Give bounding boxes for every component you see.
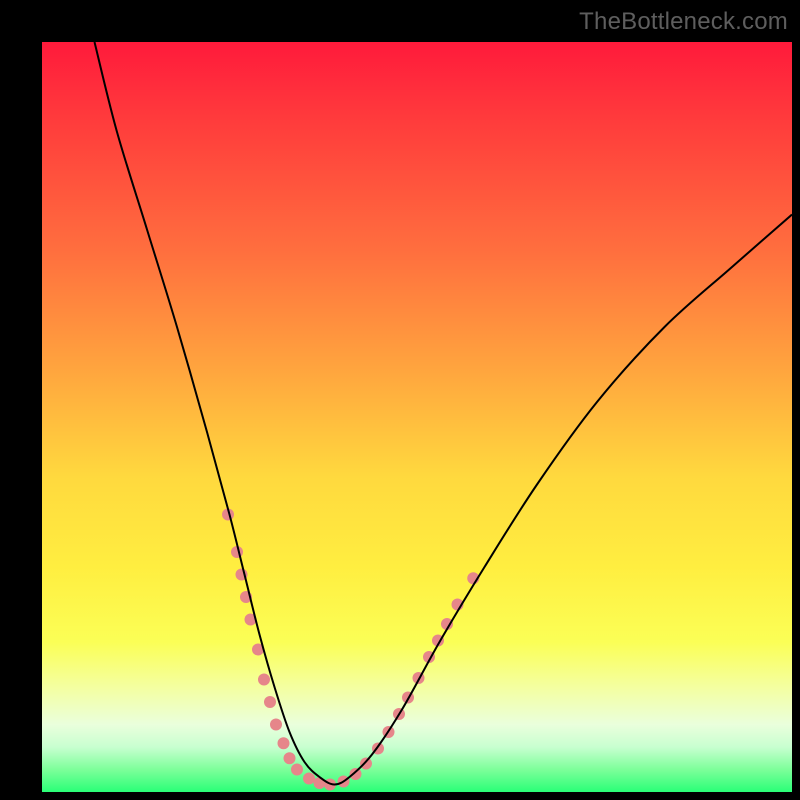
data-marker	[278, 737, 290, 749]
data-marker	[291, 764, 303, 776]
watermark-text: TheBottleneck.com	[579, 8, 788, 36]
chart-container: TheBottleneck.com	[0, 0, 800, 800]
data-marker	[303, 772, 315, 784]
data-marker	[264, 696, 276, 708]
data-marker	[360, 757, 372, 769]
chart-svg	[42, 42, 792, 792]
data-marker	[284, 752, 296, 764]
data-marker	[258, 674, 270, 686]
data-markers-group	[222, 509, 479, 791]
data-marker	[270, 719, 282, 731]
bottleneck-curve-path	[95, 42, 793, 785]
data-marker	[350, 768, 362, 780]
data-marker	[314, 777, 326, 789]
plot-area	[42, 42, 792, 792]
